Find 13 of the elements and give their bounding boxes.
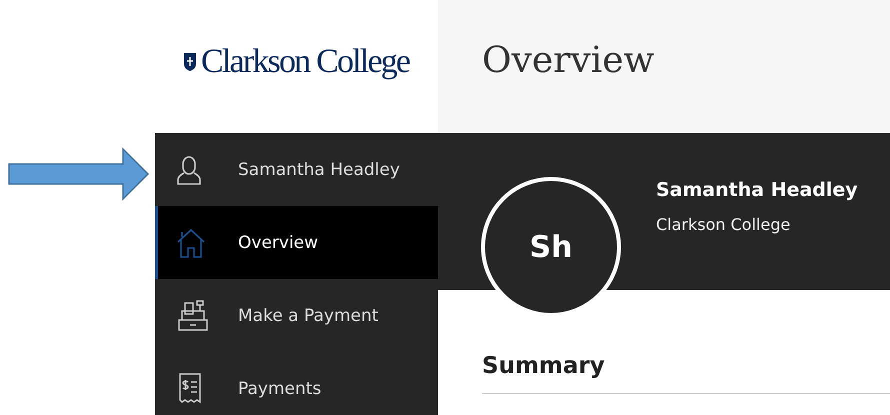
page-title: Overview xyxy=(482,40,654,81)
section-heading: Summary xyxy=(482,353,890,394)
college-logo: Clarkson College xyxy=(201,42,410,80)
cash-register-icon xyxy=(176,298,210,332)
sidebar-item[interactable]: Payments xyxy=(155,352,438,415)
sidebar-item[interactable]: Make a Payment xyxy=(155,279,438,352)
profile-name: Samantha Headley xyxy=(656,179,859,201)
sidebar-item[interactable]: Samantha Headley xyxy=(155,133,438,206)
house-icon xyxy=(176,226,206,258)
shield-icon xyxy=(183,52,197,72)
profile-organization: Clarkson College xyxy=(656,215,792,234)
user-icon xyxy=(176,154,202,186)
sidebar-item[interactable]: Overview xyxy=(155,206,438,279)
